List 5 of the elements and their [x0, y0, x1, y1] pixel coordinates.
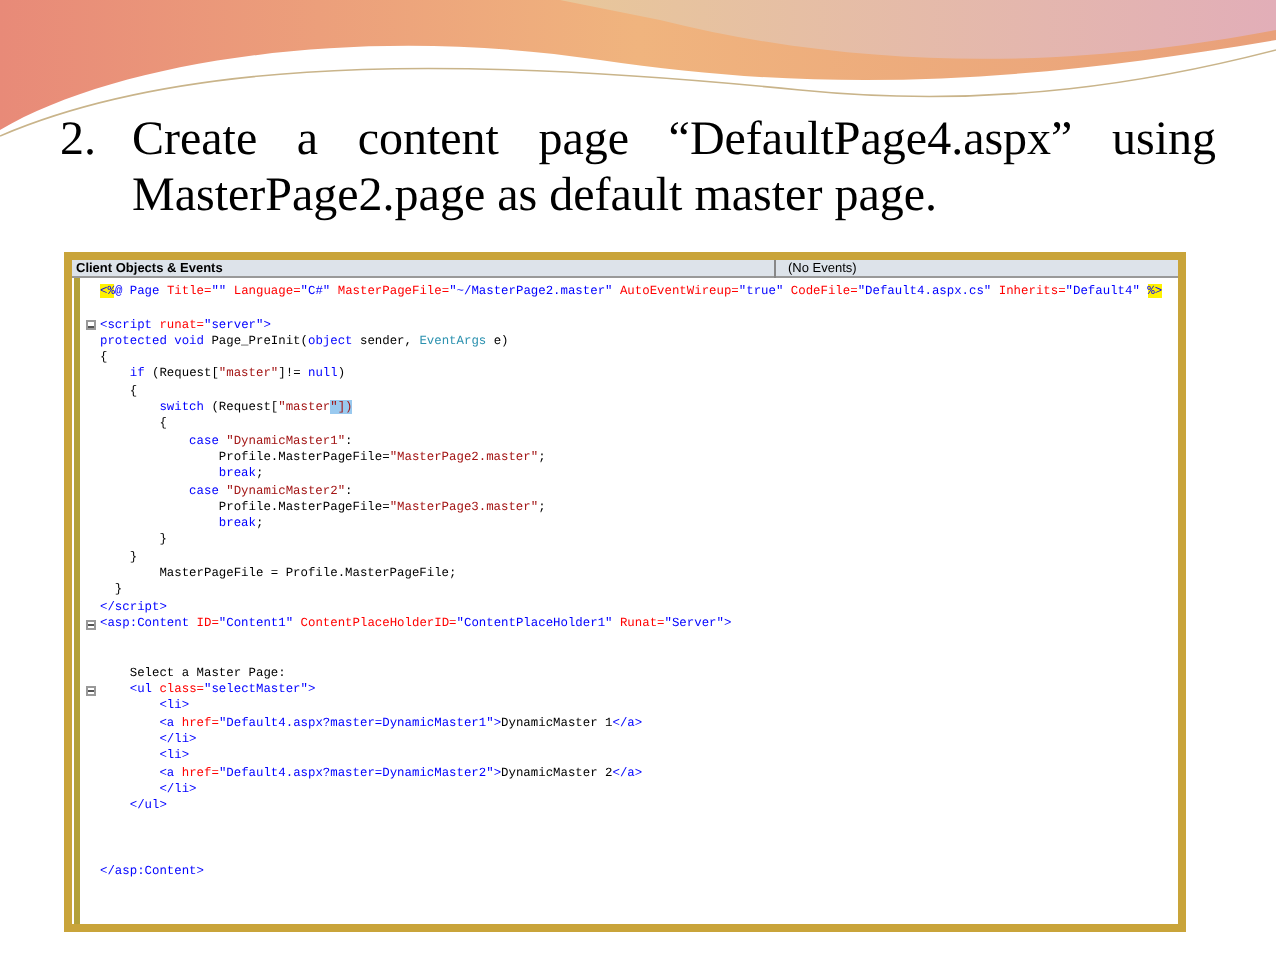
collapse-icon[interactable]	[86, 685, 96, 696]
collapse-icon[interactable]	[86, 619, 96, 630]
collapse-icon[interactable]	[86, 320, 96, 331]
slide-text: Create a content page “DefaultPage4.aspx” using MasterPage2.page as default master page.	[132, 112, 1216, 224]
list-number: 2.	[60, 112, 98, 170]
